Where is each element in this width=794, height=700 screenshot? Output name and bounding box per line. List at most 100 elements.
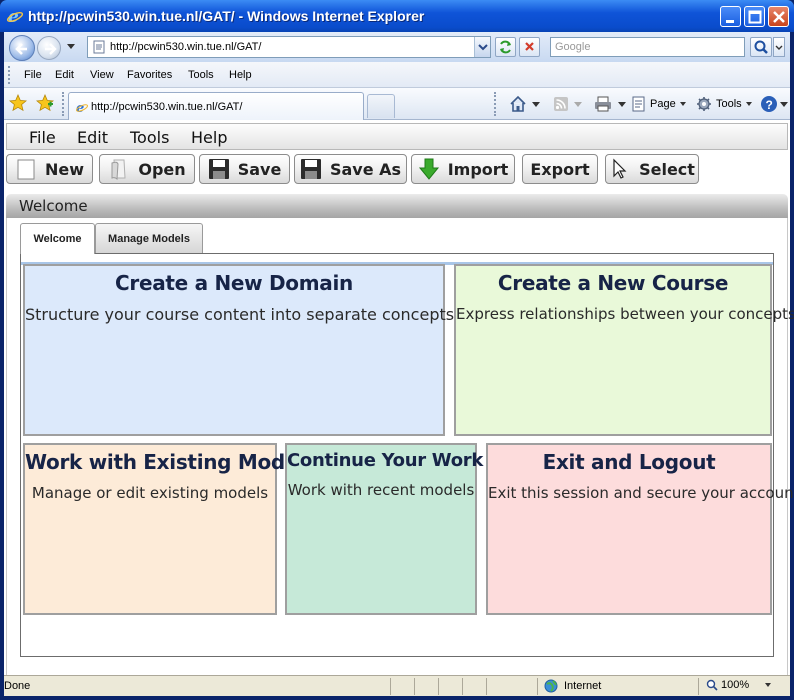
card-title: Exit and Logout <box>542 450 716 474</box>
new-tab-button[interactable] <box>367 94 395 118</box>
create-course-card[interactable]: Create a New Course Express relationship… <box>454 264 794 436</box>
title-bar[interactable]: e http://pcwin530.win.tue.nl/GAT/ - Wind… <box>0 0 794 32</box>
page-menu[interactable]: Page <box>632 96 686 112</box>
print-icon[interactable] <box>594 95 612 113</box>
card-description: Manage or edit existing models <box>31 484 269 502</box>
stop-icon <box>525 42 534 51</box>
export-button-label: Export <box>530 159 590 179</box>
tab-manage-models[interactable]: Manage Models <box>95 223 203 253</box>
import-button[interactable]: Import <box>411 154 515 184</box>
maximize-button[interactable] <box>744 6 765 27</box>
tools-menu-label: Tools <box>716 98 742 110</box>
existing-models-card[interactable]: Work with Existing Models Manage or edit… <box>23 443 317 615</box>
globe-icon <box>544 679 558 693</box>
status-divider <box>486 678 487 695</box>
browser-menu-view[interactable]: View <box>90 69 114 81</box>
browser-menu-help[interactable]: Help <box>229 69 252 81</box>
address-bar[interactable]: http://pcwin530.win.tue.nl/GAT/ <box>87 36 491 58</box>
close-button[interactable] <box>768 6 789 27</box>
address-url[interactable]: http://pcwin530.win.tue.nl/GAT/ <box>110 41 261 53</box>
chevron-down-icon <box>775 45 783 50</box>
home-dropdown[interactable] <box>532 102 540 107</box>
browser-menu-edit[interactable]: Edit <box>55 69 74 81</box>
card-description: Structure your course content into separ… <box>25 305 455 324</box>
print-dropdown[interactable] <box>618 102 626 107</box>
help-icon[interactable]: ? <box>760 95 778 113</box>
export-button[interactable]: Export <box>522 154 598 184</box>
chevron-down-icon <box>478 44 488 51</box>
browser-menu-file[interactable]: File <box>24 69 42 81</box>
tab-manage-models-label: Manage Models <box>108 232 190 245</box>
page-icon <box>93 40 105 54</box>
refresh-button[interactable] <box>495 37 516 57</box>
save-button[interactable]: Save <box>199 154 290 184</box>
address-dropdown[interactable] <box>474 37 490 57</box>
tab-content: Create a New Domain Structure your cours… <box>20 253 794 657</box>
gear-icon <box>697 97 711 111</box>
forward-button[interactable] <box>37 36 61 60</box>
card-title: Work with Existing Models <box>25 450 317 474</box>
app-menu-file[interactable]: File <box>29 128 56 147</box>
back-button[interactable] <box>9 35 35 61</box>
internet-explorer-icon: e <box>75 101 89 114</box>
search-icon <box>754 40 768 54</box>
browser-menu-favorites[interactable]: Favorites <box>127 69 172 81</box>
cursor-arrow-icon <box>613 158 627 179</box>
status-divider <box>390 678 391 695</box>
minimize-button[interactable] <box>720 6 741 27</box>
recent-pages-dropdown[interactable] <box>67 44 75 49</box>
save-button-label: Save <box>237 159 282 179</box>
toolbar-separator <box>62 92 64 116</box>
search-placeholder: Google <box>555 41 591 53</box>
feeds-dropdown[interactable] <box>574 102 582 107</box>
zoom-control[interactable]: 100% <box>706 679 772 691</box>
toolbar-grip[interactable] <box>8 66 11 84</box>
save-as-button[interactable]: Save As <box>294 154 407 184</box>
stop-button[interactable] <box>519 37 540 57</box>
app-menu-tools[interactable]: Tools <box>130 128 169 147</box>
feeds-icon[interactable] <box>553 96 569 112</box>
exit-logout-card[interactable]: Exit and Logout Exit this session and se… <box>486 443 794 615</box>
help-dropdown[interactable] <box>780 102 788 107</box>
status-divider <box>414 678 415 695</box>
browser-tab-active[interactable]: e http://pcwin530.win.tue.nl/GAT/ <box>68 92 364 120</box>
open-button[interactable]: Open <box>99 154 195 184</box>
status-divider <box>438 678 439 695</box>
add-favorites-icon[interactable] <box>36 94 54 112</box>
status-text: Done <box>4 680 31 692</box>
app-menu-bar: File Edit Tools Help <box>6 123 788 150</box>
save-as-button-label: Save As <box>329 159 402 179</box>
search-options-dropdown[interactable] <box>773 37 785 57</box>
select-button[interactable]: Select <box>605 154 699 184</box>
floppy-disk-icon <box>300 159 321 179</box>
new-document-icon <box>17 159 35 180</box>
new-button[interactable]: New <box>6 154 93 184</box>
status-divider <box>537 678 538 695</box>
favorites-star-icon[interactable] <box>9 94 27 112</box>
continue-work-card[interactable]: Continue Your Work Work with recent mode… <box>285 443 484 615</box>
magnifier-icon <box>706 679 718 691</box>
create-domain-card[interactable]: Create a New Domain Structure your cours… <box>23 264 455 436</box>
tab-welcome[interactable]: Welcome <box>20 223 95 254</box>
security-zone-label: Internet <box>564 680 602 692</box>
search-button[interactable] <box>750 37 772 57</box>
arrow-down-icon <box>418 158 439 180</box>
app-menu-help[interactable]: Help <box>191 128 227 147</box>
internet-explorer-icon: e <box>6 7 24 25</box>
app-menu-edit[interactable]: Edit <box>77 128 108 147</box>
security-zone[interactable]: Internet <box>544 679 601 693</box>
new-button-label: New <box>44 159 85 179</box>
status-divider <box>462 678 463 695</box>
open-button-label: Open <box>138 159 186 179</box>
search-input[interactable]: Google <box>550 37 745 57</box>
select-button-label: Select <box>639 159 695 179</box>
browser-menu-tools[interactable]: Tools <box>188 69 214 81</box>
tools-menu[interactable]: Tools <box>696 96 752 112</box>
refresh-icon <box>500 40 511 54</box>
zoom-level: 100% <box>721 679 750 691</box>
card-description: Work with recent models <box>287 481 475 499</box>
svg-text:e: e <box>76 101 84 114</box>
browser-tab-title: http://pcwin530.win.tue.nl/GAT/ <box>91 101 243 113</box>
card-title: Continue Your Work <box>287 450 484 471</box>
home-icon[interactable] <box>509 95 527 113</box>
